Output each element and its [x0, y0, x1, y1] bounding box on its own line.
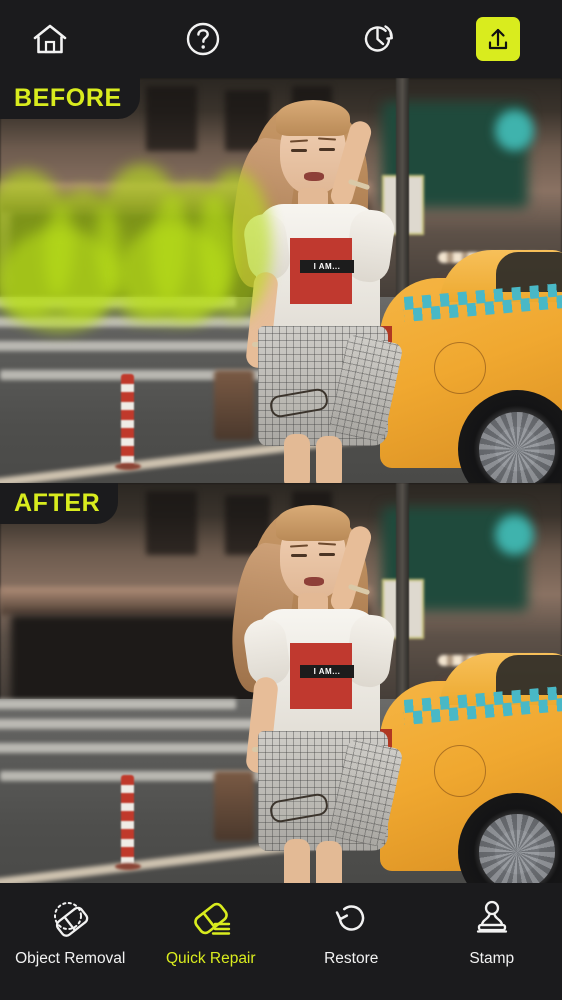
shirt-graphic-text: I AM... — [300, 665, 354, 678]
leg — [316, 841, 342, 883]
hair-front — [276, 505, 350, 541]
taxi-fuel-cap — [434, 342, 486, 395]
photo-editor-screen: I AM... BEFORE I AM... AFTER Object Remo… — [0, 0, 562, 1000]
tool-restore[interactable]: Restore — [281, 883, 422, 1000]
window — [146, 86, 197, 151]
tool-label: Stamp — [469, 950, 515, 967]
tool-label: Restore — [324, 950, 379, 967]
teal-light — [494, 515, 534, 555]
lips — [304, 577, 324, 586]
home-button[interactable] — [0, 0, 100, 78]
history-clock-icon — [360, 21, 400, 57]
tool-stamp[interactable]: Stamp — [422, 883, 562, 1000]
export-button-surface[interactable] — [475, 17, 520, 61]
mask-stroke — [0, 228, 120, 332]
before-photo-panel[interactable]: I AM... BEFORE — [0, 78, 562, 483]
hair-front — [276, 100, 350, 136]
rubber-stamp-icon — [470, 897, 514, 941]
eye — [291, 149, 307, 152]
after-photo: I AM... — [0, 483, 562, 883]
tool-object-removal[interactable]: Object Removal — [0, 883, 141, 1000]
crosswalk-stripe — [0, 699, 237, 709]
after-photo-panel[interactable]: I AM... AFTER — [0, 483, 562, 883]
crosswalk-stripe — [0, 719, 259, 729]
leg — [284, 434, 310, 483]
top-toolbar — [0, 0, 562, 78]
export-button[interactable] — [455, 0, 562, 78]
question-mark-circle-icon — [185, 21, 221, 57]
tool-label: Object Removal — [15, 950, 126, 967]
window — [146, 491, 197, 555]
tool-toolbar: Object Removal Quick Repair Restore Stam… — [0, 883, 562, 1000]
before-photo: I AM... — [0, 78, 562, 483]
eye — [291, 554, 307, 557]
help-button[interactable] — [100, 0, 305, 78]
after-label: AFTER — [0, 483, 119, 524]
bollard — [120, 775, 134, 867]
eye — [319, 553, 335, 556]
leg — [284, 839, 310, 883]
home-icon — [32, 22, 68, 56]
leg — [316, 436, 342, 483]
bollard — [120, 373, 134, 467]
tool-label: Quick Repair — [165, 950, 256, 967]
tool-quick-repair[interactable]: Quick Repair — [141, 883, 282, 1000]
bollard-base — [115, 863, 142, 870]
upload-share-icon — [485, 26, 511, 52]
bollard-base — [115, 462, 142, 470]
undo-circle-arrow-icon — [330, 897, 372, 941]
woman-subject: I AM... — [223, 491, 428, 883]
history-button[interactable] — [305, 0, 455, 78]
before-label: BEFORE — [0, 78, 140, 119]
lasso-eraser-icon — [47, 897, 93, 941]
teal-light — [494, 110, 534, 151]
eraser-swipe-icon — [188, 897, 234, 941]
shirt-graphic-text: I AM... — [300, 260, 354, 273]
lips — [304, 172, 324, 181]
taxi-fuel-cap — [434, 745, 486, 797]
eye — [319, 148, 335, 151]
mask-stroke — [118, 224, 228, 324]
